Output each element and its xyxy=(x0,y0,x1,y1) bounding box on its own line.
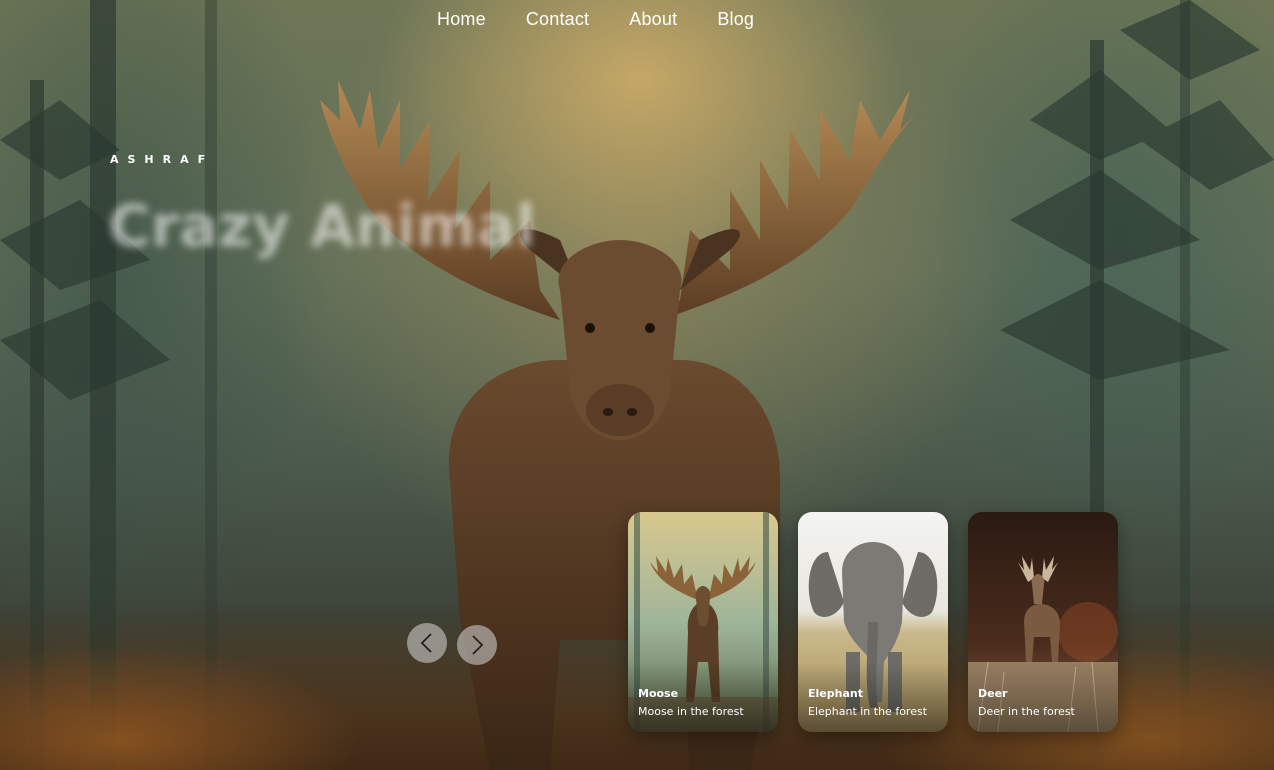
nav-about-link[interactable]: About xyxy=(629,6,677,32)
main-nav: Home Contact About Blog xyxy=(437,6,754,32)
chevron-right-icon xyxy=(472,635,484,655)
card-description: Elephant in the forest xyxy=(808,705,928,718)
slide-card-elephant[interactable]: Elephant Elephant in the forest xyxy=(798,512,948,732)
card-description: Deer in the forest xyxy=(978,705,1075,718)
hero-section: Home Contact About Blog ASHRAF Crazy Ani… xyxy=(0,0,1274,770)
next-slide-button[interactable] xyxy=(457,625,497,665)
slide-card-moose[interactable]: Moose Moose in the forest xyxy=(628,512,778,732)
prev-slide-button[interactable] xyxy=(407,623,447,663)
slide-card-deer[interactable]: Deer Deer in the forest xyxy=(968,512,1118,732)
card-title: Elephant xyxy=(808,687,863,700)
nav-contact-link[interactable]: Contact xyxy=(526,6,589,32)
brand-label: ASHRAF xyxy=(110,153,215,166)
nav-home-link[interactable]: Home xyxy=(437,6,486,32)
chevron-left-icon xyxy=(420,633,432,653)
card-title: Moose xyxy=(638,687,679,700)
card-description: Moose in the forest xyxy=(638,705,744,718)
nav-blog-link[interactable]: Blog xyxy=(717,6,754,32)
hero-title: Crazy Animal xyxy=(108,192,536,260)
card-title: Deer xyxy=(978,687,1008,700)
